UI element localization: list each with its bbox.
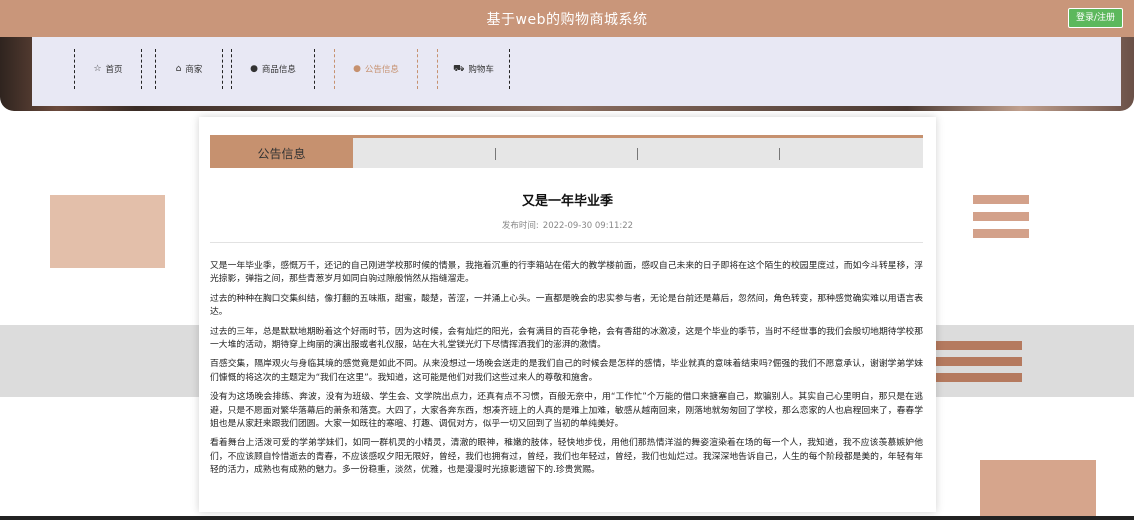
decor-block-right [980,460,1096,520]
decor-stripe [930,341,1022,350]
nav-item-home[interactable]: ☆ 首页 [74,49,142,89]
tab-bar: 公告信息 [210,135,923,168]
star-icon: ☆ [93,64,102,74]
nav-item-label: 公告信息 [364,65,399,75]
article-content: 又是一年毕业季，感慨万千，还记的自己刚进学校那时候的情景，我拖着沉重的行李箱站在… [210,260,923,484]
info-circle-icon: ● [353,64,361,74]
article-paragraph: 过去的种种在胸口交集纠结，像打翻的五味瓶，甜蜜，酸楚，苦涩，一并涌上心头。一直都… [210,293,923,318]
divider [210,242,923,243]
nav-item-announcements[interactable]: ● 公告信息 [334,49,418,89]
site-title: 基于web的购物商城系统 [486,12,648,28]
tab-separator [779,148,780,160]
decor-stripe [930,373,1022,382]
main-nav: ☆ 首页 ⌂ 商家 ● 商品信息 ● 公告信息 ⛟ 购物车 [32,37,1121,106]
article-paragraph: 过去的三年，总是默默地期盼着这个好雨时节，因为这时候，会有灿烂的阳光，会有满目的… [210,326,923,351]
tab-announcements[interactable]: 公告信息 [210,138,353,168]
decor-stripe [973,229,1029,238]
decor-stripe [973,195,1029,204]
nav-item-merchants[interactable]: ⌂ 商家 [155,49,223,89]
publish-label: 发布时间: [501,221,539,231]
decor-stripe [973,212,1029,221]
nav-item-products[interactable]: ● 商品信息 [231,49,315,89]
announcement-card: 公告信息 又是一年毕业季 发布时间: 2022-09-30 09:11:22 又是… [199,117,936,512]
nav-item-label: 商品信息 [261,65,296,75]
nav-item-cart[interactable]: ⛟ 购物车 [437,49,510,89]
nav-item-label: 首页 [105,65,123,75]
nav-item-label: 购物车 [468,65,494,75]
bottom-border [0,516,1134,520]
publish-meta: 发布时间: 2022-09-30 09:11:22 [199,219,936,231]
tab-separator [637,148,638,160]
nav-item-label: 商家 [185,65,203,75]
article-paragraph: 看着舞台上活泼可爱的学弟学妹们，如同一群机灵的小精灵，清澈的眼神，稚嫩的肢体，轻… [210,438,923,476]
decor-block-left [50,195,165,268]
article-paragraph: 百感交集，隔岸观火与身临其境的感觉竟是如此不同。从来没想过一场晚会送走的是我们自… [210,359,923,383]
article-paragraph: 又是一年毕业季，感慨万千，还记的自己刚进学校那时候的情景，我拖着沉重的行李箱站在… [210,261,923,285]
cart-icon: ⛟ [453,63,465,74]
tab-separator [495,148,496,160]
article-title: 又是一年毕业季 [521,194,613,209]
header-bar: 基于web的购物商城系统 登录/注册 [0,0,1134,37]
publish-time: 2022-09-30 09:11:22 [542,221,634,231]
home-icon: ⌂ [175,64,182,74]
login-register-button[interactable]: 登录/注册 [1068,8,1123,28]
decor-stripe [930,357,1022,366]
article-paragraph: 没有为这场晚会排练、奔波，没有为班级、学生会、文学院出点力，还真有点不习惯，百般… [210,392,923,430]
info-circle-icon: ● [250,64,258,74]
